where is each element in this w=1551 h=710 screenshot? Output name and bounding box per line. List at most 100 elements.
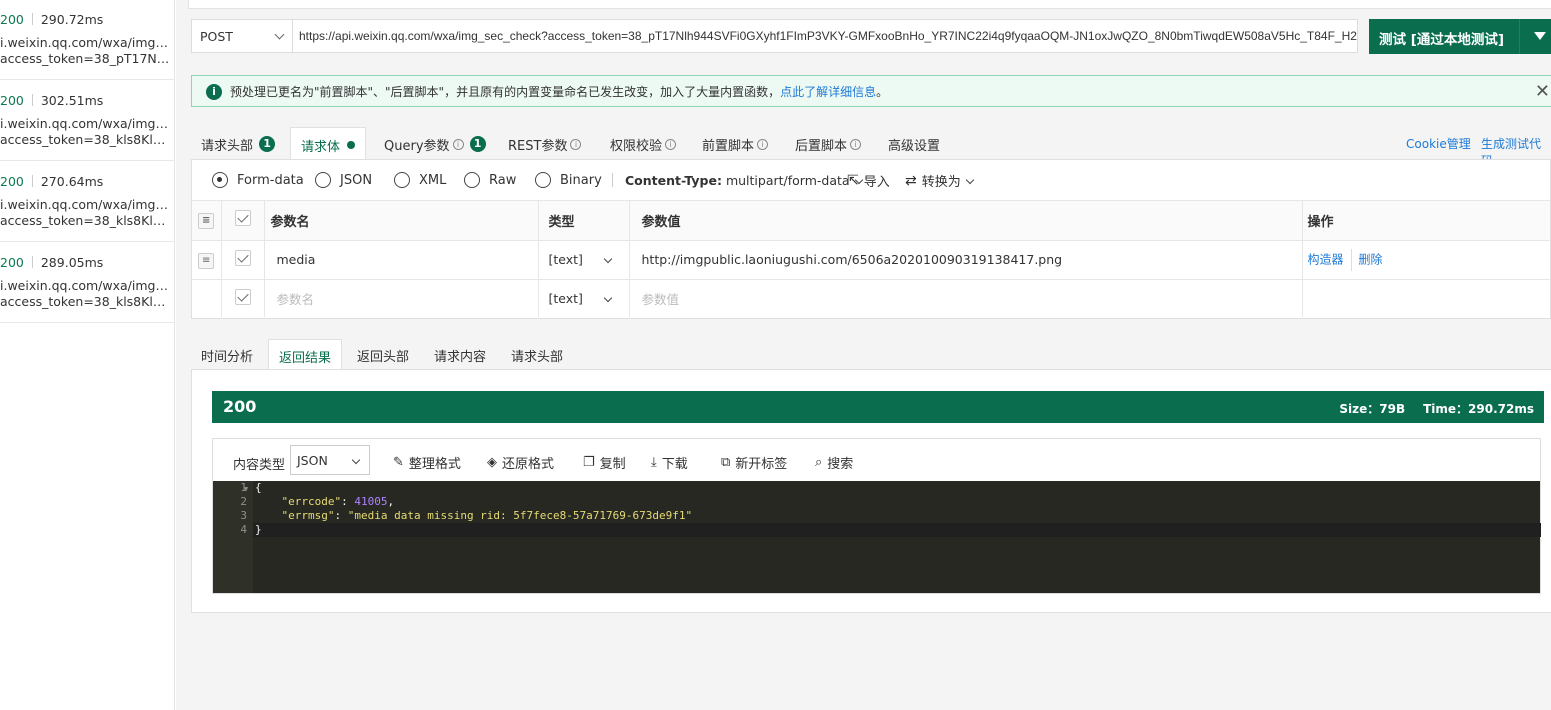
chevron-down-icon [603, 293, 612, 302]
history-sidebar: 200 290.72ms i.weixin.qq.com/wxa/img_se a… [0, 0, 175, 710]
send-dropdown-icon[interactable] [1519, 19, 1551, 54]
tab-label: REST参数 [508, 139, 568, 154]
chevron-down-icon [274, 29, 285, 40]
search-icon: ⌕ [815, 455, 823, 470]
method-select[interactable]: POST [191, 19, 293, 53]
notice-end: 。 [876, 85, 889, 99]
import-label: 导入 [863, 175, 890, 190]
checkbox-all[interactable] [234, 210, 251, 227]
param-name[interactable]: media [264, 240, 539, 280]
json-string: "media data missing rid: 5f7fece8-57a717… [347, 509, 693, 522]
divider [31, 94, 33, 106]
header-type: 类型 [538, 201, 630, 241]
notice-banner: i 预处理已更名为"前置脚本"、"后置脚本"，并且原有的内置变量命名已发生改变，… [191, 75, 1551, 107]
restore-button[interactable]: ◈ 还原格式 [487, 453, 554, 472]
fold-icon[interactable]: ▼ [244, 485, 248, 493]
code-line: { [255, 481, 262, 494]
json-number: 41005 [354, 495, 388, 508]
tab-headers[interactable]: 请求头部 1 [201, 127, 276, 160]
radio-form-data[interactable]: Form-data [212, 172, 304, 188]
line-number: 1 [240, 481, 247, 494]
history-time: 289.05ms [40, 254, 104, 270]
response-size: Size：79B [1339, 402, 1406, 416]
copy-icon: ❐ [583, 455, 595, 470]
line-number: 2 [240, 495, 247, 508]
content-type-value: multipart/form-data [725, 173, 850, 188]
search-button[interactable]: ⌕ 搜索 [815, 453, 853, 472]
info-icon: i [665, 139, 677, 150]
import-button[interactable]: ⇱ 导入 [847, 171, 890, 191]
tab-rest[interactable]: REST参数 i [508, 127, 582, 160]
divider [612, 173, 613, 187]
line-gutter: 1 ▼ 2 3 4 [213, 481, 253, 593]
builder-link[interactable]: 构造器 [1308, 252, 1344, 266]
drag-handle-icon[interactable]: ≡ [198, 252, 215, 269]
tab-pre-script[interactable]: 前置脚本 i [702, 127, 769, 160]
tab-result[interactable]: 返回结果 [268, 339, 343, 371]
param-name-input[interactable]: 参数名 [264, 279, 539, 317]
history-item[interactable]: 200 302.51ms i.weixin.qq.com/wxa/img_se a… [0, 80, 174, 161]
cookie-manager-link[interactable]: Cookie管理 [1406, 135, 1471, 152]
param-type-select[interactable]: [text] [538, 240, 630, 280]
radio-raw[interactable]: Raw [464, 172, 516, 188]
format-button[interactable]: ✎ 整理格式 [393, 453, 461, 472]
code-line: "errcode": 41005, [281, 495, 395, 508]
code-editor[interactable]: 1 ▼ 2 3 4 { "errcode": 41005, "errmsg": … [213, 481, 1541, 593]
history-time: 270.64ms [40, 173, 104, 189]
divider [31, 175, 33, 187]
row-checkbox[interactable] [234, 288, 251, 305]
history-url-2: access_token=38_kls8Kl6... [0, 132, 170, 147]
new-tab-button[interactable]: ⧉ 新开标签 [721, 453, 787, 472]
history-url-2: access_token=38_kls8Kl6... [0, 294, 170, 309]
convert-button[interactable]: ⇄ 转换为 [905, 171, 974, 190]
tab-body[interactable]: 请求体 [290, 127, 367, 161]
radio-icon [535, 172, 551, 188]
param-type: [text] [548, 252, 583, 267]
history-item[interactable]: 200 289.05ms i.weixin.qq.com/wxa/img_se a… [0, 242, 174, 323]
send-button[interactable]: 测试 [通过本地测试] [1369, 19, 1519, 54]
tab-auth[interactable]: 权限校验 i [610, 127, 677, 160]
content-type-select[interactable]: Content-Type: multipart/form-data [625, 173, 863, 188]
divider [1350, 248, 1352, 271]
url-input[interactable]: https://api.weixin.qq.com/wxa/img_sec_ch… [292, 19, 1358, 53]
tab-request-headers[interactable]: 请求头部 [511, 339, 563, 370]
close-icon[interactable]: ✕ [1535, 81, 1550, 102]
history-url: i.weixin.qq.com/wxa/img_se [0, 197, 170, 212]
method-value: POST [200, 29, 233, 44]
tab-advanced[interactable]: 高级设置 [888, 127, 940, 160]
radio-binary[interactable]: Binary [535, 172, 602, 188]
copy-button[interactable]: ❐ 复制 [583, 453, 626, 472]
param-value-input[interactable]: 参数值 [629, 279, 1303, 317]
content-type-select[interactable]: JSON [290, 445, 370, 475]
delete-link[interactable]: 删除 [1359, 252, 1383, 266]
active-line [253, 523, 1541, 537]
tab-query[interactable]: Query参数 i 1 [384, 127, 486, 160]
notice-link[interactable]: 点此了解详细信息 [780, 85, 876, 99]
convert-icon: ⇄ [905, 172, 917, 189]
tab-response-headers[interactable]: 返回头部 [357, 339, 409, 370]
radio-icon [394, 172, 410, 188]
history-status: 200 [0, 92, 24, 108]
count-badge: 1 [469, 136, 486, 152]
tab-timing[interactable]: 时间分析 [201, 339, 253, 370]
row-check [221, 279, 265, 317]
param-type-select[interactable]: [text] [538, 279, 630, 317]
radio-xml[interactable]: XML [394, 172, 446, 188]
placeholder-text: 参数名 [276, 291, 315, 307]
download-button[interactable]: ⤓ 下载 [651, 453, 688, 472]
radio-json[interactable]: JSON [315, 172, 372, 188]
main-panel: POST https://api.weixin.qq.com/wxa/img_s… [176, 0, 1551, 710]
header-value: 参数值 [629, 201, 1303, 241]
table-header: ≡ 参数名 类型 参数值 操作 [192, 201, 1550, 241]
param-value[interactable]: http://imgpublic.laoniugushi.com/6506a20… [629, 240, 1303, 280]
tool-label: 复制 [599, 457, 626, 472]
menu-icon[interactable]: ≡ [198, 212, 215, 229]
tab-post-script[interactable]: 后置脚本 i [795, 127, 862, 160]
history-item[interactable]: 200 270.64ms i.weixin.qq.com/wxa/img_se a… [0, 161, 174, 242]
tool-label: 搜索 [827, 457, 854, 472]
tab-label: 高级设置 [888, 139, 941, 154]
tab-request-content[interactable]: 请求内容 [434, 339, 486, 370]
history-item[interactable]: 200 290.72ms i.weixin.qq.com/wxa/img_se a… [0, 0, 174, 80]
chevron-down-icon [351, 455, 361, 465]
row-checkbox[interactable] [234, 250, 251, 266]
